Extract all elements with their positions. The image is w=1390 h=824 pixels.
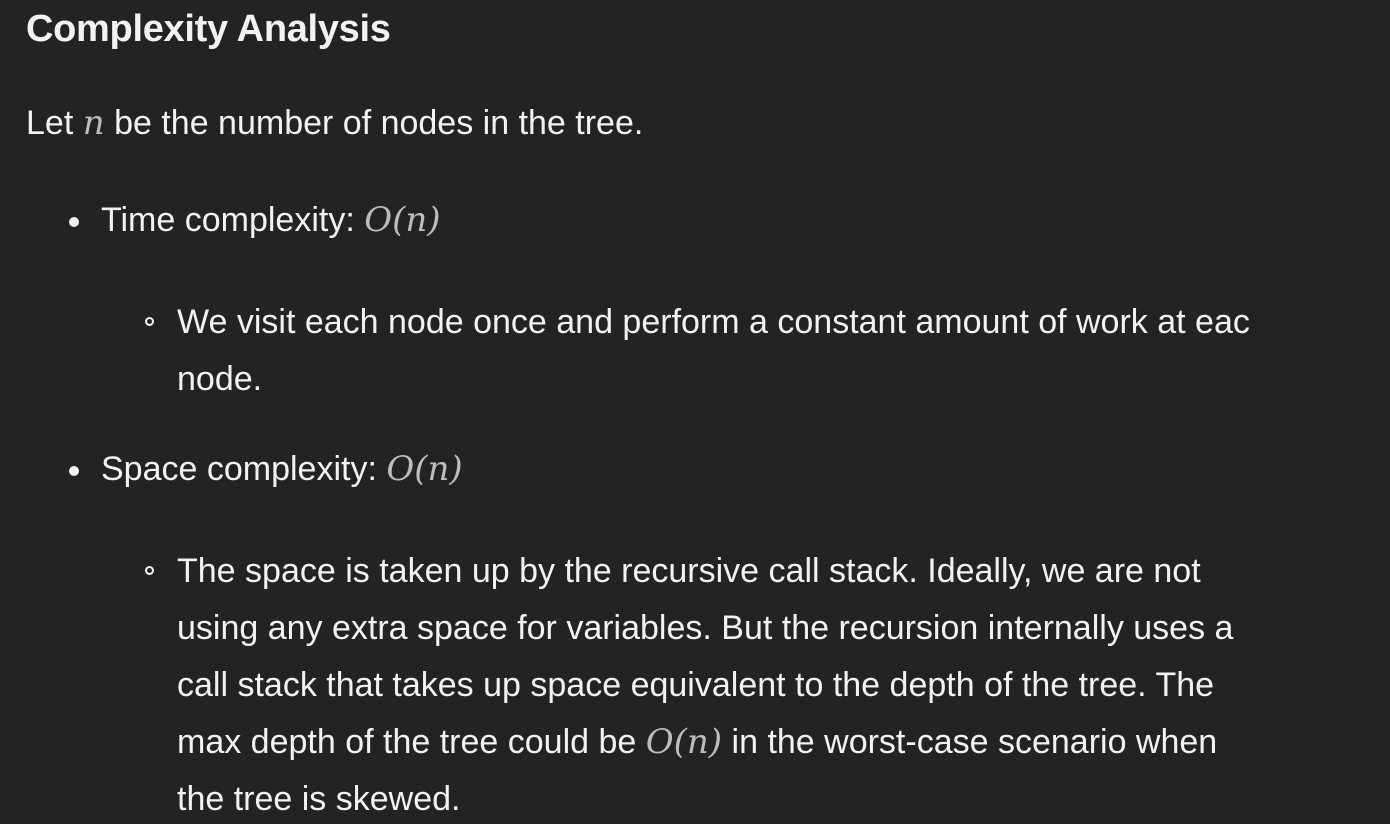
time-value: O(n)	[364, 200, 441, 240]
space-value: O(n)	[386, 449, 463, 489]
bullet-time-complexity: Time complexity: O(n)	[69, 200, 441, 240]
space-detail-line2: using any extra space for variables. But…	[177, 609, 1234, 647]
bullet-circle-icon	[145, 317, 154, 326]
intro-text-after: be the number of nodes in the tree.	[114, 104, 644, 142]
intro-math-var: n	[82, 103, 105, 143]
space-detail-line4-before: max depth of the tree could be	[177, 723, 637, 761]
intro-text-before: Let	[26, 104, 74, 142]
sub-bullet-space-detail: The space is taken up by the recursive c…	[145, 543, 1234, 824]
space-label: Space complexity:	[101, 450, 377, 488]
time-detail-line2: node.	[177, 360, 263, 398]
intro-paragraph: Let n be the number of nodes in the tree…	[26, 103, 643, 143]
space-detail-line3: call stack that takes up space equivalen…	[177, 666, 1215, 704]
bullet-space-complexity: Space complexity: O(n)	[69, 449, 463, 489]
bullet-circle-icon	[145, 566, 154, 575]
space-detail-line5: the tree is skewed.	[177, 780, 461, 818]
sub-bullet-time-detail: We visit each node once and perform a co…	[145, 294, 1250, 408]
bullet-dot-icon	[69, 217, 79, 227]
space-detail-line1: The space is taken up by the recursive c…	[177, 552, 1201, 590]
space-detail-line4-after: in the worst-case scenario when	[731, 723, 1218, 761]
space-detail-line4: max depth of the tree could be O(n) in t…	[177, 714, 1233, 771]
space-detail-line4-math: O(n)	[645, 722, 723, 762]
bullet-dot-icon	[69, 466, 79, 476]
time-detail-line1: We visit each node once and perform a co…	[177, 303, 1250, 341]
time-label: Time complexity:	[101, 201, 355, 239]
section-heading: Complexity Analysis	[26, 8, 391, 50]
